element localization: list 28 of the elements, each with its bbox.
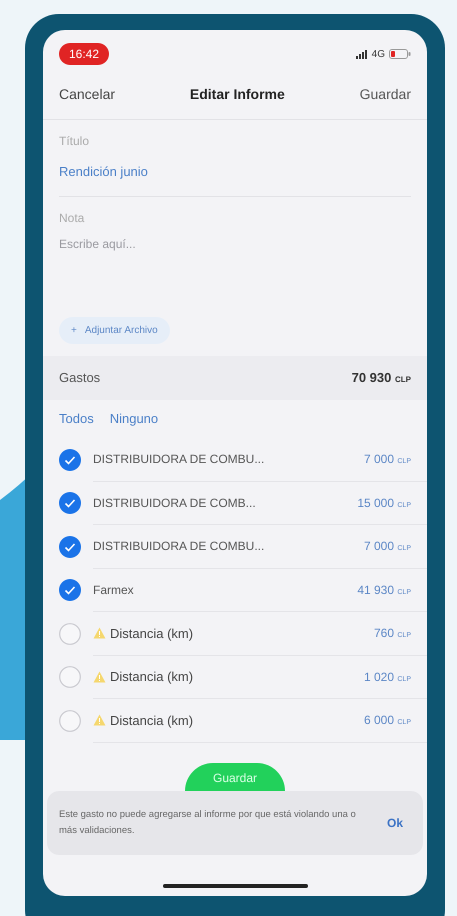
cancel-button[interactable]: Cancelar xyxy=(59,84,116,105)
signal-icon xyxy=(356,50,368,58)
field-label: Título xyxy=(59,133,90,150)
select-link[interactable]: Ninguno xyxy=(110,409,158,429)
ok-button[interactable]: Ok xyxy=(386,814,411,832)
save-link[interactable]: Guardar xyxy=(360,84,411,105)
expenses-label: Gastos xyxy=(59,369,100,388)
expense-name: DISTRIBUIDORA DE COMB... xyxy=(93,494,256,512)
select-link[interactable]: Todos xyxy=(59,409,94,429)
checked-circle-icon[interactable] xyxy=(59,448,81,471)
expense-name: DISTRIBUIDORA DE COMBU... xyxy=(93,538,264,556)
expenses-total: 70 930 CLP xyxy=(352,369,411,388)
title-input[interactable]: Rendición junio xyxy=(59,162,411,182)
checked-circle-icon[interactable] xyxy=(59,579,81,602)
expense-name: DISTRIBUIDORA DE COMBU... xyxy=(93,451,264,468)
expense-name: Farmex xyxy=(93,582,134,599)
battery-icon xyxy=(389,49,411,59)
expense-name: Distancia (km) xyxy=(110,712,194,730)
expense-name: Distancia (km) xyxy=(110,668,194,686)
screen-title: Editar Informe xyxy=(190,85,285,104)
status-time: 16:42 xyxy=(59,43,110,65)
checked-circle-icon[interactable] xyxy=(59,492,81,514)
snackbar-message: Este gasto no puede agregarse al informe por que está violando una o más validaciones. xyxy=(59,808,357,838)
note-input[interactable]: Escribe aquí... xyxy=(59,235,411,305)
field-label: Nota xyxy=(59,210,86,227)
network-label: 4G xyxy=(372,48,385,62)
checked-circle-icon[interactable] xyxy=(59,536,81,558)
expense-name: Distancia (km) xyxy=(110,624,194,643)
